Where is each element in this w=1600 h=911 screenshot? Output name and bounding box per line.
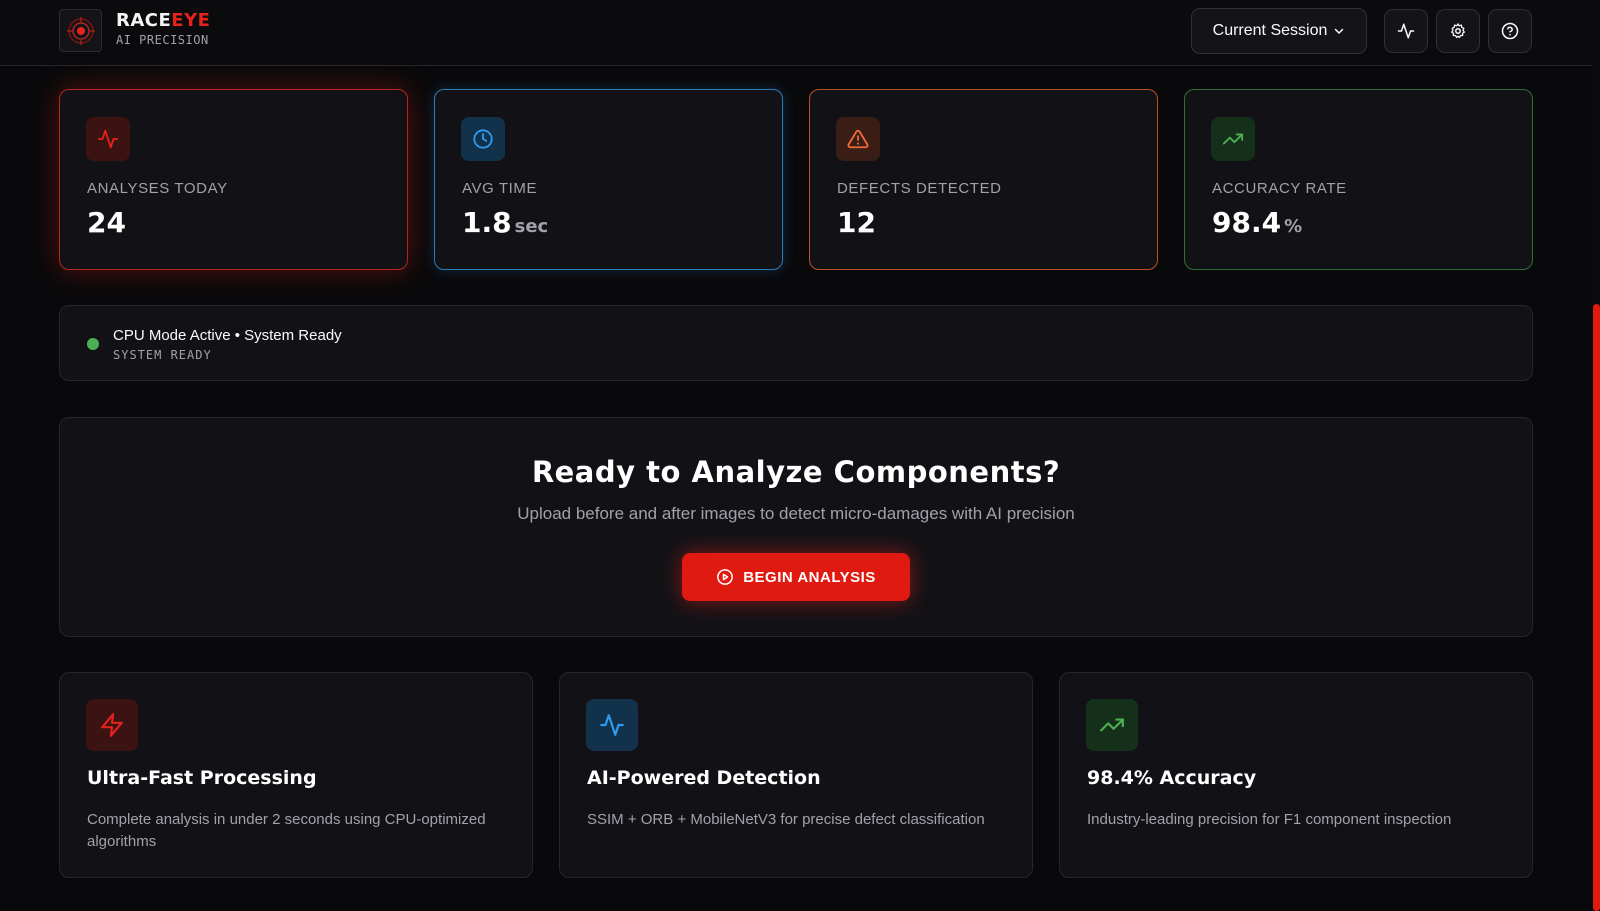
feature-card-detection: AI-Powered Detection SSIM + ORB + Mobile… [559,672,1033,878]
stat-label: ACCURACY RATE [1212,180,1347,197]
alert-triangle-icon [847,129,869,149]
stat-label: ANALYSES TODAY [87,180,228,197]
begin-analysis-label: BEGIN ANALYSIS [743,568,876,586]
stat-value: 98.4% [1212,206,1302,239]
session-dropdown-label: Current Session [1212,22,1328,39]
stat-value: 1.8 sec [462,206,548,239]
stat-label: AVG TIME [462,180,538,197]
stat-card-defects: DEFECTS DETECTED 12 [809,89,1158,270]
scrollbar-thumb[interactable] [1593,304,1600,911]
brand-name: RACEEYE [116,10,210,32]
session-dropdown[interactable]: Current Session [1191,8,1367,54]
brand-subtitle: AI PRECISION [116,33,209,47]
status-subtext: SYSTEM READY [113,348,212,362]
feature-card-processing: Ultra-Fast Processing Complete analysis … [59,672,533,878]
zap-icon [101,713,123,737]
feature-card-accuracy: 98.4% Accuracy Industry-leading precisio… [1059,672,1533,878]
help-button[interactable] [1488,9,1532,53]
stat-value: 12 [837,206,876,239]
activity-icon [600,714,624,736]
status-indicator-dot [87,338,99,350]
stat-icon-box [1211,117,1255,161]
hero-title: Ready to Analyze Components? [531,455,1061,489]
gear-icon [1450,23,1466,39]
status-text: CPU Mode Active • System Ready [113,327,342,344]
feature-icon-box [586,699,638,751]
begin-analysis-button[interactable]: BEGIN ANALYSIS [682,553,910,601]
trending-up-icon [1222,133,1244,145]
feature-description: Industry-leading precision for F1 compon… [1087,811,1452,828]
settings-button[interactable] [1436,9,1480,53]
stat-number: 12 [837,206,876,239]
stat-icon-box [461,117,505,161]
feature-title: 98.4% Accuracy [1087,767,1257,789]
stat-number: 1.8 [462,206,512,239]
top-header: RACEEYE AI PRECISION Current Session [0,0,1592,66]
logo[interactable] [59,9,102,52]
stat-icon-box [836,117,880,161]
activity-icon [1397,23,1415,39]
stat-value: 24 [87,206,126,239]
feature-icon-box [1086,699,1138,751]
stat-icon-box [86,117,130,161]
stat-card-avg-time: AVG TIME 1.8 sec [434,89,783,270]
system-status-bar: CPU Mode Active • System Ready SYSTEM RE… [59,305,1533,381]
feature-title: Ultra-Fast Processing [87,767,317,789]
feature-description: SSIM + ORB + MobileNetV3 for precise def… [587,811,985,828]
hero-subtitle: Upload before and after images to detect… [517,504,1075,523]
stat-label: DEFECTS DETECTED [837,180,1002,197]
brand: RACEEYE AI PRECISION [116,10,210,47]
stat-number: 24 [87,206,126,239]
feature-description: Complete analysis in under 2 seconds usi… [87,811,486,850]
stat-unit: % [1284,216,1303,237]
brand-name-part1: RACE [116,10,172,31]
play-circle-icon [717,569,734,585]
brand-name-part2: EYE [171,10,211,31]
activity-button[interactable] [1384,9,1428,53]
target-logo-icon [66,16,95,45]
stat-unit: sec [514,216,549,237]
feature-title: AI-Powered Detection [587,767,821,789]
stat-card-analyses: ANALYSES TODAY 24 [59,89,408,270]
help-circle-icon [1501,22,1519,40]
stat-number: 98.4 [1212,206,1282,239]
stat-card-accuracy: ACCURACY RATE 98.4% [1184,89,1533,270]
chevron-down-icon [1335,28,1344,34]
analysis-hero-panel: Ready to Analyze Components? Upload befo… [59,417,1533,637]
clock-icon [473,129,493,149]
trending-up-icon [1100,718,1124,732]
activity-icon [97,129,119,149]
feature-icon-box [86,699,138,751]
